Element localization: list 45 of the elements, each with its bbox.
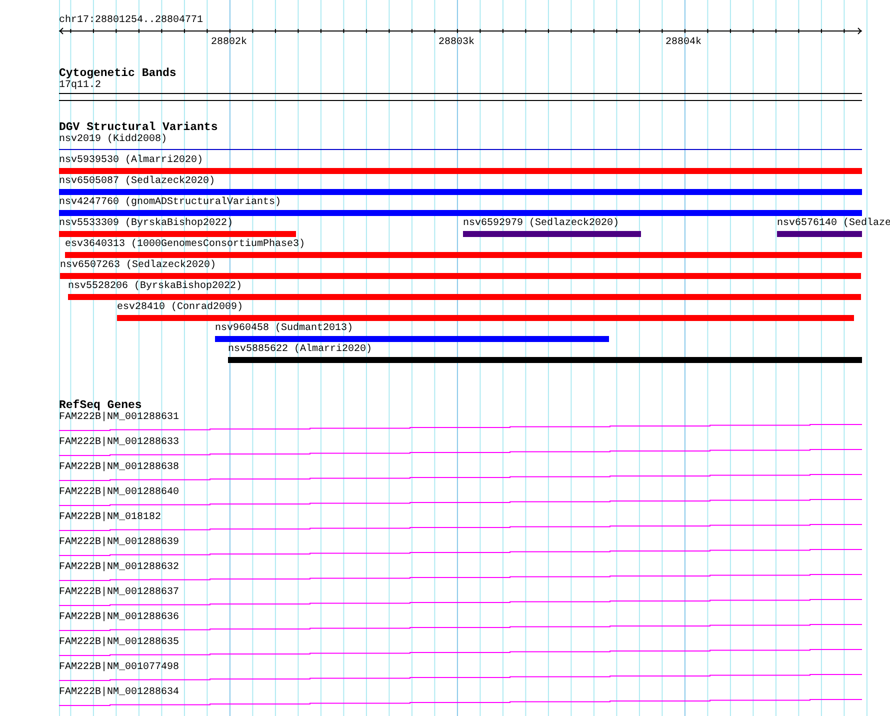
- gene-line[interactable]: [58, 499, 862, 506]
- tick-label: 28804k: [666, 37, 702, 49]
- gene-label: FAM222B|NM_001288639: [59, 537, 180, 549]
- feature-label: nsv5885622 (Almarri2020): [228, 344, 372, 356]
- feature-label: nsv6576140 (Sedlaze: [777, 218, 890, 230]
- feature-label: nsv960458 (Sudmant2013): [215, 323, 354, 335]
- tick-label: 28802k: [211, 37, 248, 49]
- location-label: chr17:28801254..28804771: [59, 15, 204, 27]
- feature-label: nsv6505087 (Sedlazeck2020): [59, 176, 216, 188]
- feature-label: nsv6507263 (Sedlazeck2020): [60, 260, 216, 272]
- gene-line[interactable]: [58, 424, 862, 431]
- tick-label: 28803k: [438, 37, 475, 49]
- track-title: RefSeq Genes: [59, 400, 142, 412]
- gene-label: FAM222B|NM_001077498: [59, 662, 180, 674]
- gene-line[interactable]: [58, 549, 862, 556]
- feature-label: nsv5939530 (Almarri2020): [59, 155, 204, 167]
- gene-line[interactable]: [58, 649, 862, 656]
- feature-label: nsv4247760 (gnomADStructuralVariants): [59, 197, 282, 209]
- gene-label: FAM222B|NM_001288637: [59, 587, 180, 599]
- gene-line[interactable]: [58, 474, 862, 481]
- track-title: Cytogenetic Bands: [59, 68, 176, 80]
- gene-label: FAM222B|NM_001288631: [59, 412, 180, 424]
- feature-label: nsv6592979 (Sedlazeck2020): [463, 218, 620, 230]
- gene-line[interactable]: [58, 449, 862, 456]
- feature-label: nsv5528206 (ByrskaBishop2022): [68, 281, 242, 293]
- feature-label: esv3640313 (1000GenomesConsortiumPhase3): [65, 239, 306, 251]
- gene-line[interactable]: [58, 674, 862, 681]
- feature-label: nsv5533309 (ByrskaBishop2022): [59, 218, 234, 230]
- gene-label: FAM222B|NM_001288634: [59, 687, 180, 699]
- gene-line[interactable]: [58, 699, 862, 706]
- gene-label: FAM222B|NM_001288638: [59, 462, 180, 474]
- gene-label: FAM222B|NM_001288640: [59, 487, 180, 499]
- feature-label: esv28410 (Conrad2009): [117, 302, 244, 314]
- gene-label: FAM222B|NM_001288632: [59, 562, 180, 574]
- gene-label: FAM222B|NM_001288633: [59, 437, 180, 449]
- gene-line[interactable]: [58, 524, 862, 531]
- gene-label: FAM222B|NM_001288636: [59, 612, 180, 624]
- track-title: DGV Structural Variants: [59, 122, 218, 134]
- gene-line[interactable]: [58, 599, 862, 606]
- gene-label: FAM222B|NM_001288635: [59, 637, 180, 649]
- gene-line[interactable]: [58, 624, 862, 631]
- feature-label: nsv2019 (Kidd2008): [59, 134, 168, 146]
- band-label: 17q11.2: [59, 80, 102, 92]
- gene-label: FAM222B|NM_018182: [59, 512, 162, 524]
- gene-line[interactable]: [58, 574, 862, 581]
